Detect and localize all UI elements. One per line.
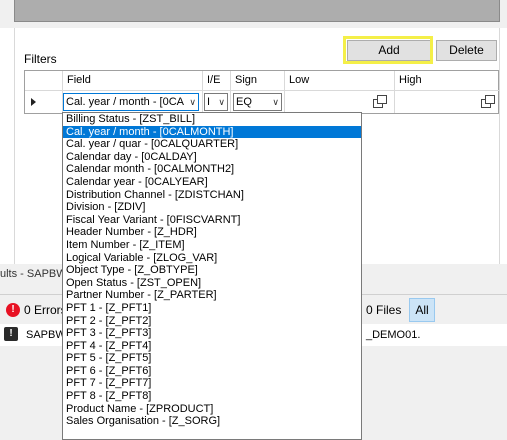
chevron-down-icon: ∨ — [218, 97, 225, 107]
message-text: _DEMO01. — [366, 329, 421, 341]
sign-select-value: EQ — [236, 96, 252, 108]
results-title: ults - SAPBW — [0, 268, 67, 280]
column-header-ie[interactable]: I/E — [203, 71, 231, 91]
column-header-field[interactable]: Field — [63, 71, 203, 91]
sign-select[interactable]: EQ ∨ — [233, 93, 282, 111]
top-gray-panel — [14, 0, 500, 22]
dropdown-option[interactable]: Fiscal Year Variant - [0FISCVARNT] — [63, 214, 361, 227]
row-header-corner — [25, 71, 63, 91]
dropdown-option[interactable]: Object Type - [Z_OBTYPE] — [63, 264, 361, 277]
dropdown-option[interactable]: Item Number - [Z_ITEM] — [63, 239, 361, 252]
dropdown-option[interactable]: Division - [ZDIV] — [63, 201, 361, 214]
dropdown-option[interactable]: PFT 7 - [Z_PFT7] — [63, 377, 361, 390]
field-dropdown-list[interactable]: Billing Status - [ZST_BILL] Cal. year / m… — [62, 112, 362, 440]
ie-select-value: I — [207, 96, 211, 108]
field-select-value: Cal. year / month - [0CA — [66, 96, 184, 108]
filters-label: Filters — [24, 52, 57, 66]
top-gray-area — [0, 0, 507, 28]
dropdown-option[interactable]: PFT 8 - [Z_PFT8] — [63, 390, 361, 403]
dropdown-items: Billing Status - [ZST_BILL] Cal. year / m… — [63, 113, 361, 428]
delete-button[interactable]: Delete — [436, 40, 497, 61]
ie-cell: I ∨ — [203, 91, 231, 113]
column-header-high[interactable]: High — [395, 71, 500, 91]
errors-filter-label[interactable]: 0 Errors — [24, 303, 67, 317]
field-select[interactable]: Cal. year / month - [0CA ∨ — [63, 93, 199, 111]
high-cell[interactable] — [395, 91, 500, 113]
dropdown-option[interactable]: Calendar year - [0CALYEAR] — [63, 176, 361, 189]
filters-grid: Field I/E Sign Low High Cal. year / mont… — [24, 70, 500, 114]
dropdown-option[interactable]: Partner Number - [Z_PARTER] — [63, 289, 361, 302]
value-help-icon[interactable] — [481, 95, 495, 108]
dropdown-option[interactable]: Cal. year / quar - [0CALQUARTER] — [63, 138, 361, 151]
sign-cell: EQ ∨ — [231, 91, 285, 113]
column-header-sign[interactable]: Sign — [231, 71, 285, 91]
dropdown-option[interactable]: PFT 5 - [Z_PFT5] — [63, 352, 361, 365]
dropdown-option[interactable]: PFT 2 - [Z_PFT2] — [63, 315, 361, 328]
message-source: SAPBW — [26, 329, 66, 341]
current-row-arrow-icon — [31, 98, 36, 106]
dropdown-option[interactable]: Cal. year / month - [0CALMONTH] — [63, 125, 361, 139]
dropdown-option[interactable]: PFT 3 - [Z_PFT3] — [63, 327, 361, 340]
dropdown-option[interactable]: Open Status - [ZST_OPEN] — [63, 277, 361, 290]
value-help-icon[interactable] — [373, 95, 387, 108]
ie-select[interactable]: I ∨ — [204, 93, 228, 111]
field-cell: Cal. year / month - [0CA ∨ — [63, 91, 203, 113]
error-icon: ! — [6, 303, 20, 317]
low-cell[interactable] — [285, 91, 395, 113]
dropdown-option[interactable]: PFT 1 - [Z_PFT1] — [63, 302, 361, 315]
dropdown-option[interactable]: Sales Organisation - [Z_SORG] — [63, 415, 361, 428]
chevron-down-icon: ∨ — [272, 97, 279, 107]
dropdown-option[interactable]: PFT 4 - [Z_PFT4] — [63, 340, 361, 353]
dropdown-option[interactable]: Product Name - [ZPRODUCT] — [63, 403, 361, 416]
row-selector[interactable] — [25, 91, 63, 113]
dropdown-option[interactable]: Logical Variable - [ZLOG_VAR] — [63, 252, 361, 265]
dropdown-option[interactable]: PFT 6 - [Z_PFT6] — [63, 365, 361, 378]
dropdown-option[interactable]: Billing Status - [ZST_BILL] — [63, 113, 361, 126]
dropdown-option[interactable]: Distribution Channel - [ZDISTCHAN] — [63, 189, 361, 202]
chevron-down-icon: ∨ — [189, 97, 196, 107]
dropdown-option[interactable]: Calendar month - [0CALMONTH2] — [63, 163, 361, 176]
all-filter-button[interactable]: All — [409, 298, 435, 322]
column-header-low[interactable]: Low — [285, 71, 395, 91]
dropdown-option[interactable]: Calendar day - [0CALDAY] — [63, 151, 361, 164]
message-icon: ! — [4, 327, 18, 341]
files-filter-label[interactable]: 0 Files — [366, 303, 401, 317]
dropdown-option[interactable]: Header Number - [Z_HDR] — [63, 226, 361, 239]
add-button-highlight — [343, 36, 433, 64]
